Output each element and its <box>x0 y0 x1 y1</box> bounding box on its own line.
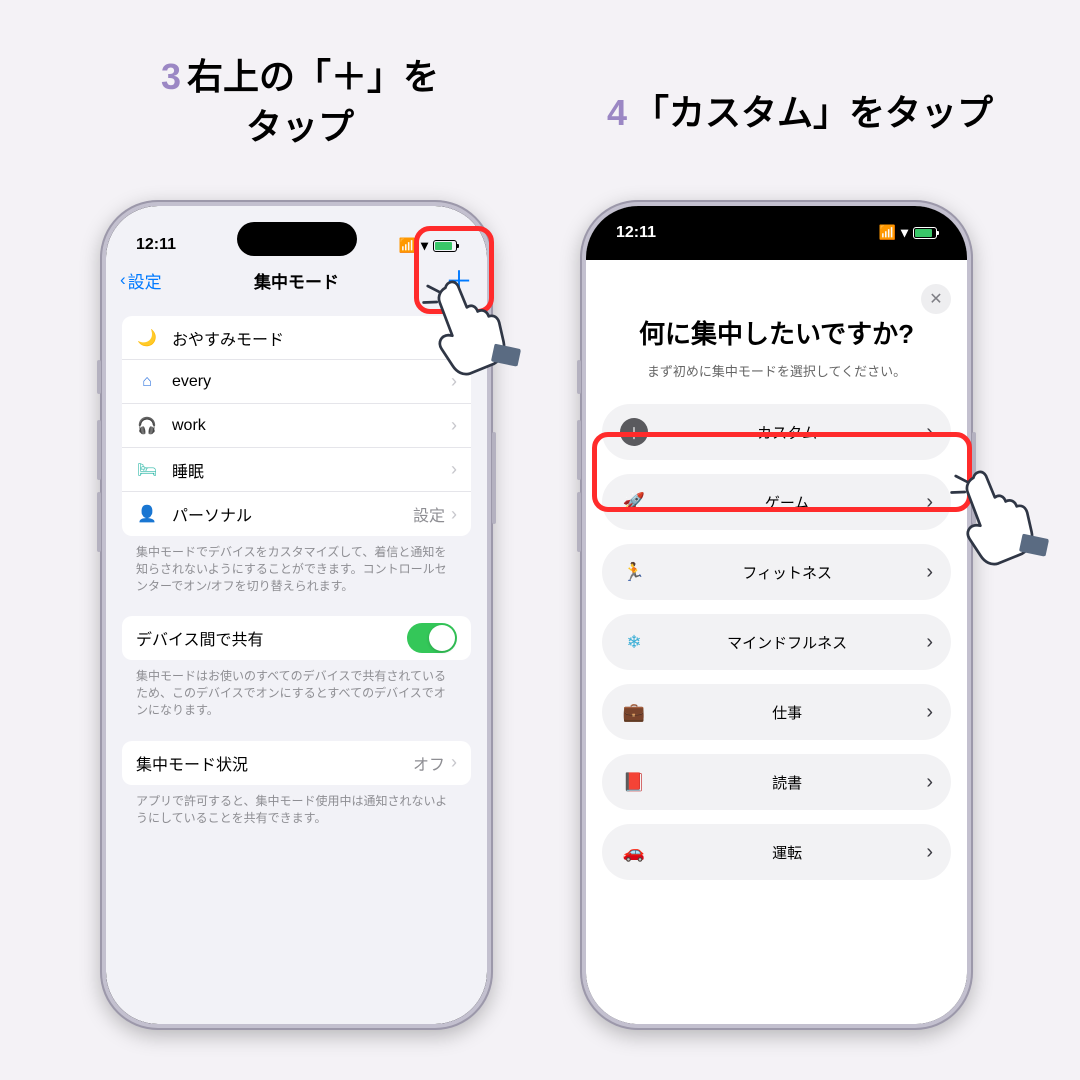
option-icon: 🚗 <box>620 838 648 866</box>
option-icon: ❄ <box>620 628 648 656</box>
chevron-right-icon: › <box>451 504 457 525</box>
option-icon: 💼 <box>620 698 648 726</box>
share-toggle-on[interactable] <box>407 623 457 653</box>
sheet-title: 何に集中したいですか? <box>602 314 951 351</box>
focus-mode-label: every <box>172 373 437 391</box>
option-label: カスタム <box>662 422 912 443</box>
focus-mode-row[interactable]: 🎧 work › <box>122 404 471 448</box>
chevron-right-icon: › <box>926 771 933 794</box>
option-label: 仕事 <box>662 702 912 723</box>
step-3-number: 3 <box>161 56 181 97</box>
chevron-left-icon: ‹ <box>120 270 126 290</box>
focus-option-row[interactable]: 🏃 フィットネス › <box>602 544 951 600</box>
focus-status-value: オフ <box>413 751 445 775</box>
focus-option-row[interactable]: 🚀 ゲーム › <box>602 474 951 530</box>
option-custom[interactable]: ＋ カスタム › <box>602 404 951 460</box>
option-icon: 🚀 <box>620 488 648 516</box>
focus-option-row[interactable]: 📕 読書 › <box>602 754 951 810</box>
focus-picker-screen: 12:11 📶 ▾ ✕ 何に集中したいですか? まず初めに集中モードを選択してく… <box>586 206 967 1024</box>
step-4-heading: 4「カスタム」をタップ <box>540 88 1060 138</box>
chevron-right-icon: › <box>926 701 933 724</box>
focus-option-row[interactable]: 🚗 運転 › <box>602 824 951 880</box>
focus-mode-row[interactable]: 🛏 睡眠 › <box>122 448 471 492</box>
focus-mode-label: work <box>172 417 437 435</box>
chevron-right-icon: › <box>926 421 933 444</box>
share-footer-text: 集中モードはお使いのすべてのデバイスで共有されているため、このデバイスでオンにす… <box>122 660 471 720</box>
option-icon: 📕 <box>620 768 648 796</box>
chevron-right-icon: › <box>926 491 933 514</box>
focus-mode-label: 睡眠 <box>172 458 437 482</box>
status-time: 12:11 <box>616 224 656 242</box>
modes-footer-text: 集中モードでデバイスをカスタマイズして、着信と通知を知らされないようにすることが… <box>122 536 471 596</box>
focus-option-row[interactable]: 💼 仕事 › <box>602 684 951 740</box>
step-4-number: 4 <box>607 92 627 133</box>
option-label: マインドフルネス <box>662 632 912 653</box>
battery-icon <box>913 227 937 239</box>
signal-icon: 📶 <box>399 237 416 254</box>
option-icon: 🏃 <box>620 558 648 586</box>
option-label: ゲーム <box>662 492 912 513</box>
sheet-subtitle: まず初めに集中モードを選択してください。 <box>602 361 951 380</box>
focus-mode-row[interactable]: ⌂every› <box>122 360 471 404</box>
focus-mode-row[interactable]: 👤 パーソナル設定 › <box>122 492 471 536</box>
status-icons: 📶 ▾ <box>879 224 937 241</box>
status-time: 12:11 <box>136 236 176 254</box>
focus-type-sheet: ✕ 何に集中したいですか? まず初めに集中モードを選択してください。 ＋ カスタム… <box>586 268 967 1024</box>
status-footer-text: アプリで許可すると、集中モード使用中は通知されないようにしていることを共有できま… <box>122 785 471 829</box>
focus-option-row[interactable]: ❄ マインドフルネス › <box>602 614 951 670</box>
option-label: 運転 <box>662 842 912 863</box>
focus-modes-list: 🌙おやすみモード›⌂every›🎧work›🛏睡眠›👤パーソナル設定› <box>122 316 471 536</box>
focus-status-row[interactable]: 集中モード状況 オフ › <box>122 741 471 785</box>
chevron-right-icon: › <box>926 841 933 864</box>
dynamic-island <box>717 222 837 256</box>
focus-mode-icon: 🌙 <box>136 327 158 349</box>
focus-mode-label: おやすみモード <box>172 326 437 350</box>
signal-icon: 📶 <box>879 224 896 241</box>
chevron-right-icon: › <box>451 459 457 480</box>
status-icons: 📶 ▾ <box>399 237 457 254</box>
close-icon: ✕ <box>929 289 942 309</box>
phone-frame-right: 12:11 📶 ▾ ✕ 何に集中したいですか? まず初めに集中モードを選択してく… <box>580 200 973 1030</box>
focus-status-group: 集中モード状況 オフ › <box>122 741 471 785</box>
accessory-text: 設定 <box>413 502 445 526</box>
focus-mode-icon: 👤 <box>136 503 158 525</box>
wifi-icon: ▾ <box>901 224 908 241</box>
option-label: 読書 <box>662 772 912 793</box>
battery-icon <box>433 240 457 252</box>
focus-mode-icon: 🛏 <box>136 459 158 481</box>
dynamic-island <box>237 222 357 256</box>
chevron-right-icon: › <box>926 561 933 584</box>
chevron-right-icon: › <box>926 631 933 654</box>
option-label: フィットネス <box>662 562 912 583</box>
wifi-icon: ▾ <box>421 237 428 254</box>
share-group: デバイス間で共有 <box>122 616 471 660</box>
focus-mode-label: パーソナル <box>172 502 399 526</box>
focus-mode-icon: ⌂ <box>136 371 158 393</box>
option-icon: ＋ <box>620 418 648 446</box>
back-button[interactable]: ‹ 設定 <box>120 268 162 293</box>
close-button[interactable]: ✕ <box>921 284 951 314</box>
chevron-right-icon: › <box>451 415 457 436</box>
focus-mode-icon: 🎧 <box>136 415 158 437</box>
share-across-devices-row[interactable]: デバイス間で共有 <box>122 616 471 660</box>
step-3-heading: 3右上の「＋」を タップ <box>100 52 500 153</box>
chevron-right-icon: › <box>451 752 457 773</box>
